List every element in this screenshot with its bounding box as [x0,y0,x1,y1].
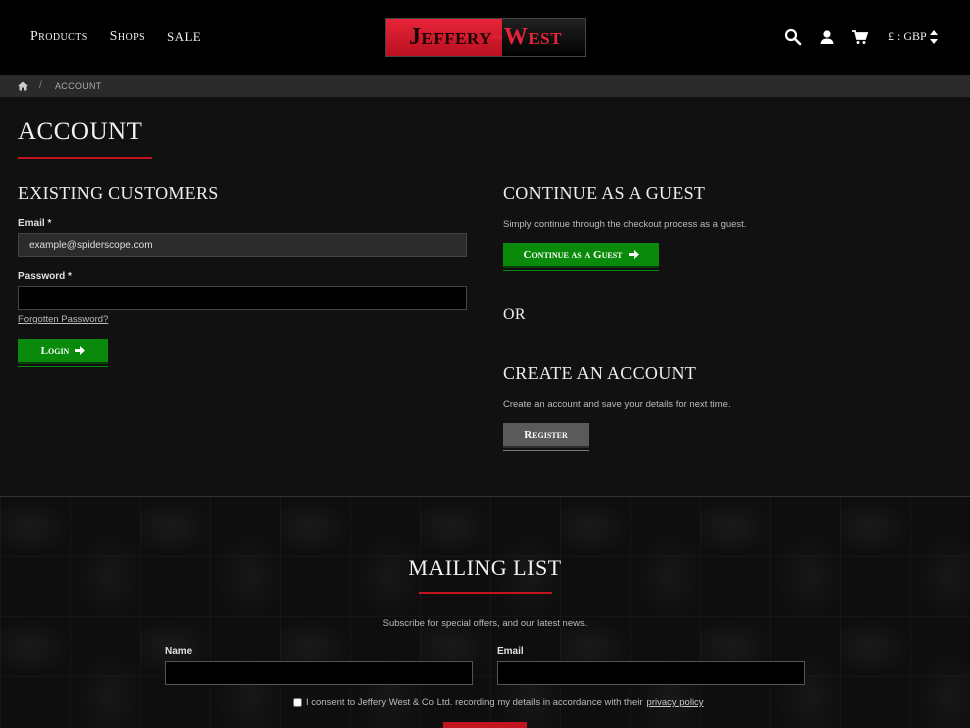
mailing-name-label: Name [165,646,193,657]
logo-right-word: West [503,24,562,50]
privacy-policy-link[interactable]: privacy policy [647,697,704,708]
forgotten-password-link[interactable]: Forgotten Password? [18,314,108,325]
home-icon[interactable] [18,81,28,91]
login-button-label: Login [40,344,70,357]
guest-heading: CONTINUE AS A GUEST [503,183,706,203]
mailing-list-heading: MAILING LIST [408,555,562,580]
register-button-label: Register [524,428,568,441]
mailing-list-section: MAILING LIST Subscribe for special offer… [0,496,970,728]
guest-description: Simply continue through the checkout pro… [503,219,747,230]
arrow-right-icon [628,250,639,259]
logo-text: Jeffery ~ West [386,19,585,56]
main-nav: Products Shops SALE [30,29,223,45]
mailing-description: Subscribe for special offers, and our la… [382,618,588,629]
login-button[interactable]: Login [18,339,108,367]
register-button[interactable]: Register [503,423,589,451]
continue-as-guest-button[interactable]: Continue as a Guest [503,243,659,271]
site-header: Products Shops SALE Jeffery ~ West £ : G… [0,0,970,75]
currency-selector[interactable]: £ : GBP [888,29,927,44]
mailing-email-input[interactable] [497,661,805,685]
existing-customers-heading: EXISTING CUSTOMERS [18,183,219,203]
site-logo[interactable]: Jeffery ~ West [385,18,586,57]
mailing-title-underline [419,592,552,594]
mailing-name-input[interactable] [165,661,473,685]
page-title: ACCOUNT [18,118,143,145]
nav-sale[interactable]: SALE [167,29,201,45]
guest-button-label: Continue as a Guest [523,248,623,261]
consent-checkbox[interactable] [293,698,302,707]
title-underline [18,157,152,159]
arrow-right-icon [75,346,86,355]
breadcrumb-separator: / [39,80,42,91]
mailing-email-label: Email [497,646,524,657]
breadcrumb: / ACCOUNT [0,75,970,97]
logo-separator: ~ [492,27,503,47]
consent-row: I consent to Jeffery West & Co Ltd. reco… [293,697,704,708]
logo-left-word: Jeffery [409,24,492,50]
password-label: Password * [18,271,72,282]
create-account-heading: CREATE AN ACCOUNT [503,363,697,383]
sort-arrows-icon[interactable] [929,29,939,45]
password-input[interactable] [18,286,467,310]
breadcrumb-current: ACCOUNT [55,81,102,91]
or-separator: OR [503,306,526,323]
create-account-description: Create an account and save your details … [503,399,731,410]
cart-icon[interactable] [851,28,869,46]
email-label: Email * [18,218,52,229]
consent-text: I consent to Jeffery West & Co Ltd. reco… [306,697,643,708]
subscribe-button[interactable] [443,722,527,728]
nav-products[interactable]: Products [30,29,88,45]
user-icon[interactable] [818,28,836,46]
search-icon[interactable] [784,28,802,46]
email-input[interactable] [18,233,467,257]
nav-shops[interactable]: Shops [110,29,145,45]
